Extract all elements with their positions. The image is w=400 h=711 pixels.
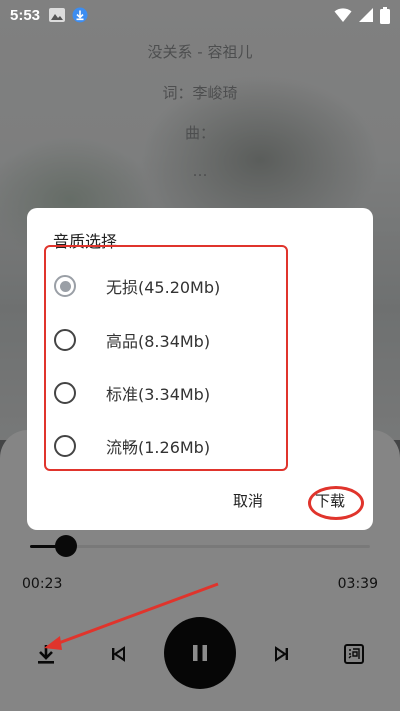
- quality-option-smooth[interactable]: 流畅(1.26Mb): [54, 426, 314, 466]
- quality-option-label: 标准(3.34Mb): [106, 385, 211, 404]
- quality-option-label: 无损(45.20Mb): [106, 278, 221, 297]
- gallery-notification-icon: [49, 8, 66, 22]
- status-time: 5:53: [10, 6, 41, 24]
- quality-option-lossless[interactable]: 无损(45.20Mb): [54, 266, 314, 306]
- cancel-button[interactable]: 取消: [233, 490, 263, 511]
- download-notification-icon: [72, 7, 88, 23]
- quality-option-label: 流畅(1.26Mb): [106, 438, 211, 457]
- wifi-icon: [334, 8, 352, 22]
- radio-button[interactable]: [54, 329, 76, 351]
- status-bar: 5:53: [0, 0, 400, 30]
- radio-button[interactable]: [54, 382, 76, 404]
- cellular-signal-icon: [359, 8, 373, 22]
- quality-option-label: 高品(8.34Mb): [106, 332, 211, 351]
- battery-icon: [380, 6, 390, 24]
- annotation-highlight-circle: [308, 486, 364, 520]
- quality-select-dialog: 音质选择 无损(45.20Mb) 高品(8.34Mb) 标准(3.34Mb) 流…: [27, 208, 373, 530]
- quality-option-high[interactable]: 高品(8.34Mb): [54, 320, 314, 360]
- radio-button[interactable]: [54, 435, 76, 457]
- quality-option-standard[interactable]: 标准(3.34Mb): [54, 373, 314, 413]
- radio-button[interactable]: [54, 275, 76, 297]
